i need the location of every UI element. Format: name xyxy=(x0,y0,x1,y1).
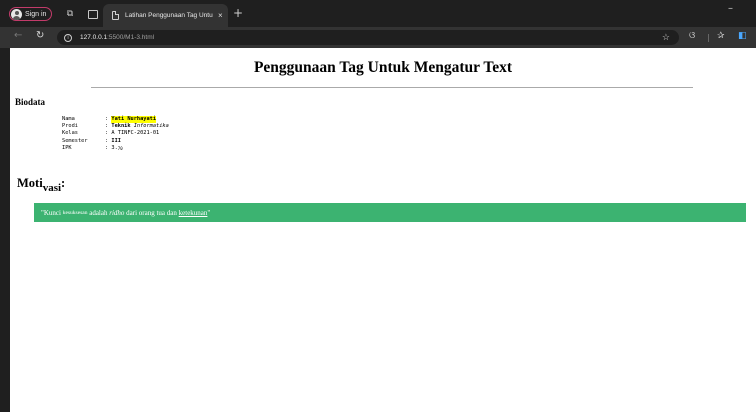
minimize-button[interactable]: – xyxy=(728,3,733,14)
motivasi-subscript: vasi xyxy=(42,182,62,194)
browser-tab[interactable]: Latihan Penggunaan Tag Untuk M × xyxy=(103,4,228,27)
quote-small: kesuksesan xyxy=(62,209,88,216)
sign-in-label: Sign in xyxy=(25,10,47,18)
biodata-block: Nama: Yati Nurhayati Prodi: Teknik Infor… xyxy=(62,116,169,152)
biodata-row-nama: Nama: Yati Nurhayati xyxy=(62,116,169,124)
motivation-quote: "Kunci kesuksesan adalah ridho dari oran… xyxy=(34,203,746,222)
reload-icon[interactable]: ↻ xyxy=(36,30,44,41)
nama-value: Yati Nurhayati xyxy=(111,116,157,124)
kelas-label: Kelas xyxy=(62,130,78,137)
prodi-value-italic: Informatika xyxy=(130,123,169,130)
biodata-row-prodi: Prodi: Teknik Informatika xyxy=(62,123,169,130)
ipk-label: IPK xyxy=(62,144,72,151)
quote-italic: ridho xyxy=(109,208,125,217)
tab-bar: Sign in ⧉ Latihan Penggunaan Tag Untuk M… xyxy=(0,0,756,27)
semester-label: Semester xyxy=(62,137,88,144)
quote-close: " xyxy=(207,208,211,217)
favorites-icon[interactable]: ✰ xyxy=(717,31,725,41)
close-tab-icon[interactable]: × xyxy=(218,11,223,20)
star-icon[interactable]: ☆ xyxy=(662,32,670,43)
address-host: 127.0.0.1 xyxy=(80,34,108,41)
document-icon xyxy=(112,11,119,20)
motivasi-main: Moti xyxy=(17,176,43,190)
tabs-icon[interactable] xyxy=(86,8,98,20)
info-icon[interactable]: i xyxy=(64,33,72,42)
browser-toolbar: ← ↻ i 127.0.0.1:5500/M1-3.html ☆ ଓ ✰ ◧ xyxy=(0,27,756,48)
biodata-row-ipk: IPK: 3. 70 xyxy=(62,145,169,152)
quote-mid2: dari orang tua dan xyxy=(124,208,179,217)
biodata-row-semester: Semester: III xyxy=(62,138,169,145)
sign-in-button[interactable]: Sign in xyxy=(9,7,53,21)
quote-open: "Kunci xyxy=(41,208,63,217)
prodi-value-bold: Teknik xyxy=(111,123,131,130)
address-path: :5500/M1-3.html xyxy=(107,34,155,41)
motivasi-colon: : xyxy=(61,176,66,190)
ipk-value-sup: 70 xyxy=(117,145,123,151)
new-tab-button[interactable]: + xyxy=(233,6,243,20)
copilot-icon[interactable]: ଓ xyxy=(689,31,695,41)
page-title: Penggunaan Tag Untuk Mengatur Text xyxy=(253,59,513,76)
edge-sidebar-icon[interactable]: ◧ xyxy=(738,31,747,41)
toolbar-divider xyxy=(708,34,709,42)
biodata-row-kelas: Kelas: A TINFC-2021-01 xyxy=(62,130,169,137)
collections-icon[interactable]: ⧉ xyxy=(64,8,76,20)
semester-value: III xyxy=(111,137,121,144)
quote-mid: adalah xyxy=(87,208,110,217)
avatar-icon xyxy=(11,8,22,20)
quote-underline: ketekunan xyxy=(178,208,208,217)
back-icon[interactable]: ← xyxy=(14,30,22,41)
prodi-label: Prodi xyxy=(62,123,78,130)
biodata-heading: Biodata xyxy=(15,97,46,107)
tab-title: Latihan Penggunaan Tag Untuk M xyxy=(125,12,213,19)
nama-label: Nama xyxy=(62,116,75,122)
horizontal-rule xyxy=(91,87,693,88)
motivasi-heading: Motivasi: xyxy=(17,176,65,194)
address-bar[interactable]: i 127.0.0.1:5500/M1-3.html ☆ xyxy=(57,30,679,45)
kelas-value: A TINFC-2021-01 xyxy=(111,130,160,137)
page-viewport: Penggunaan Tag Untuk Mengatur Text Bioda… xyxy=(10,48,756,412)
